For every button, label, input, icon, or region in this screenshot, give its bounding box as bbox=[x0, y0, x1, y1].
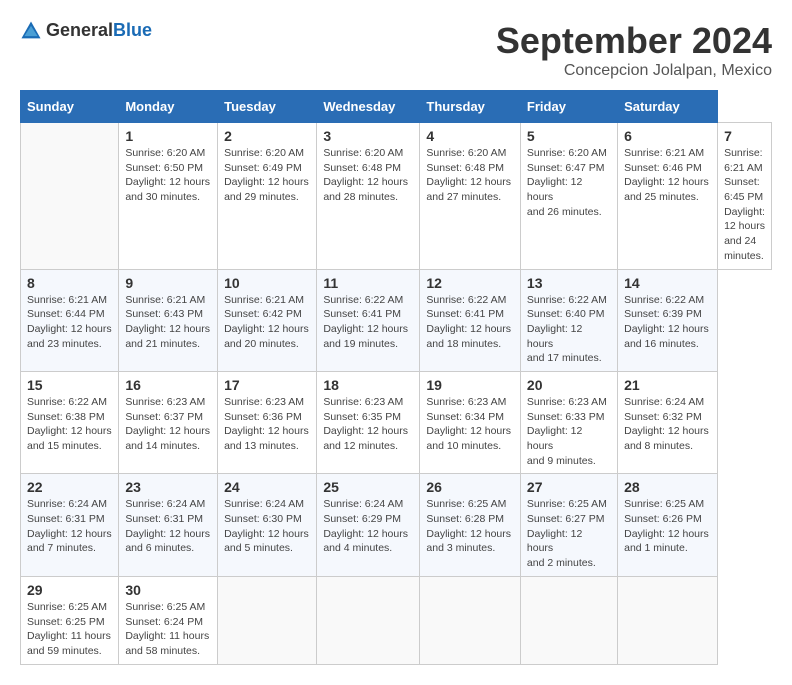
calendar-day-29: 29Sunrise: 6:25 AM Sunset: 6:25 PM Dayli… bbox=[21, 576, 119, 664]
calendar-day-27: 27Sunrise: 6:25 AM Sunset: 6:27 PM Dayli… bbox=[520, 474, 617, 576]
calendar-day-14: 14Sunrise: 6:22 AM Sunset: 6:39 PM Dayli… bbox=[618, 269, 718, 371]
logo: GeneralBlue bbox=[20, 20, 152, 42]
calendar-day-25: 25Sunrise: 6:24 AM Sunset: 6:29 PM Dayli… bbox=[317, 474, 420, 576]
calendar-day-8: 8Sunrise: 6:21 AM Sunset: 6:44 PM Daylig… bbox=[21, 269, 119, 371]
calendar-week-3: 15Sunrise: 6:22 AM Sunset: 6:38 PM Dayli… bbox=[21, 371, 772, 473]
calendar-day-23: 23Sunrise: 6:24 AM Sunset: 6:31 PM Dayli… bbox=[119, 474, 218, 576]
calendar-day-13: 13Sunrise: 6:22 AM Sunset: 6:40 PM Dayli… bbox=[520, 269, 617, 371]
title-section: September 2024 Concepcion Jolalpan, Mexi… bbox=[496, 20, 772, 80]
calendar-day-30: 30Sunrise: 6:25 AM Sunset: 6:24 PM Dayli… bbox=[119, 576, 218, 664]
empty-cell bbox=[21, 123, 119, 270]
month-title: September 2024 bbox=[496, 20, 772, 62]
calendar-day-7: 7Sunrise: 6:21 AM Sunset: 6:45 PM Daylig… bbox=[718, 123, 772, 270]
calendar-day-28: 28Sunrise: 6:25 AM Sunset: 6:26 PM Dayli… bbox=[618, 474, 718, 576]
calendar-day-21: 21Sunrise: 6:24 AM Sunset: 6:32 PM Dayli… bbox=[618, 371, 718, 473]
calendar-day-16: 16Sunrise: 6:23 AM Sunset: 6:37 PM Dayli… bbox=[119, 371, 218, 473]
calendar-day-17: 17Sunrise: 6:23 AM Sunset: 6:36 PM Dayli… bbox=[218, 371, 317, 473]
empty-cell bbox=[420, 576, 521, 664]
calendar-day-24: 24Sunrise: 6:24 AM Sunset: 6:30 PM Dayli… bbox=[218, 474, 317, 576]
page-header: GeneralBlue September 2024 Concepcion Jo… bbox=[20, 20, 772, 80]
empty-cell bbox=[317, 576, 420, 664]
empty-cell bbox=[618, 576, 718, 664]
calendar-week-4: 22Sunrise: 6:24 AM Sunset: 6:31 PM Dayli… bbox=[21, 474, 772, 576]
calendar-day-9: 9Sunrise: 6:21 AM Sunset: 6:43 PM Daylig… bbox=[119, 269, 218, 371]
empty-cell bbox=[218, 576, 317, 664]
calendar-day-5: 5Sunrise: 6:20 AM Sunset: 6:47 PM Daylig… bbox=[520, 123, 617, 270]
calendar-day-1: 1Sunrise: 6:20 AM Sunset: 6:50 PM Daylig… bbox=[119, 123, 218, 270]
column-header-tuesday: Tuesday bbox=[218, 91, 317, 123]
calendar-table: SundayMondayTuesdayWednesdayThursdayFrid… bbox=[20, 90, 772, 665]
calendar-day-10: 10Sunrise: 6:21 AM Sunset: 6:42 PM Dayli… bbox=[218, 269, 317, 371]
calendar-day-3: 3Sunrise: 6:20 AM Sunset: 6:48 PM Daylig… bbox=[317, 123, 420, 270]
calendar-day-18: 18Sunrise: 6:23 AM Sunset: 6:35 PM Dayli… bbox=[317, 371, 420, 473]
calendar-day-4: 4Sunrise: 6:20 AM Sunset: 6:48 PM Daylig… bbox=[420, 123, 521, 270]
calendar-day-2: 2Sunrise: 6:20 AM Sunset: 6:49 PM Daylig… bbox=[218, 123, 317, 270]
column-header-monday: Monday bbox=[119, 91, 218, 123]
calendar-day-12: 12Sunrise: 6:22 AM Sunset: 6:41 PM Dayli… bbox=[420, 269, 521, 371]
calendar-day-11: 11Sunrise: 6:22 AM Sunset: 6:41 PM Dayli… bbox=[317, 269, 420, 371]
calendar-day-22: 22Sunrise: 6:24 AM Sunset: 6:31 PM Dayli… bbox=[21, 474, 119, 576]
calendar-day-26: 26Sunrise: 6:25 AM Sunset: 6:28 PM Dayli… bbox=[420, 474, 521, 576]
column-header-friday: Friday bbox=[520, 91, 617, 123]
empty-cell bbox=[520, 576, 617, 664]
column-header-sunday: Sunday bbox=[21, 91, 119, 123]
calendar-day-20: 20Sunrise: 6:23 AM Sunset: 6:33 PM Dayli… bbox=[520, 371, 617, 473]
column-header-saturday: Saturday bbox=[618, 91, 718, 123]
calendar-week-1: 1Sunrise: 6:20 AM Sunset: 6:50 PM Daylig… bbox=[21, 123, 772, 270]
calendar-header-row: SundayMondayTuesdayWednesdayThursdayFrid… bbox=[21, 91, 772, 123]
calendar-day-15: 15Sunrise: 6:22 AM Sunset: 6:38 PM Dayli… bbox=[21, 371, 119, 473]
column-header-wednesday: Wednesday bbox=[317, 91, 420, 123]
calendar-day-19: 19Sunrise: 6:23 AM Sunset: 6:34 PM Dayli… bbox=[420, 371, 521, 473]
location-title: Concepcion Jolalpan, Mexico bbox=[496, 62, 772, 80]
calendar-week-2: 8Sunrise: 6:21 AM Sunset: 6:44 PM Daylig… bbox=[21, 269, 772, 371]
calendar-day-6: 6Sunrise: 6:21 AM Sunset: 6:46 PM Daylig… bbox=[618, 123, 718, 270]
logo-general: GeneralBlue bbox=[46, 21, 152, 41]
calendar-week-5: 29Sunrise: 6:25 AM Sunset: 6:25 PM Dayli… bbox=[21, 576, 772, 664]
column-header-thursday: Thursday bbox=[420, 91, 521, 123]
logo-icon bbox=[20, 20, 42, 42]
